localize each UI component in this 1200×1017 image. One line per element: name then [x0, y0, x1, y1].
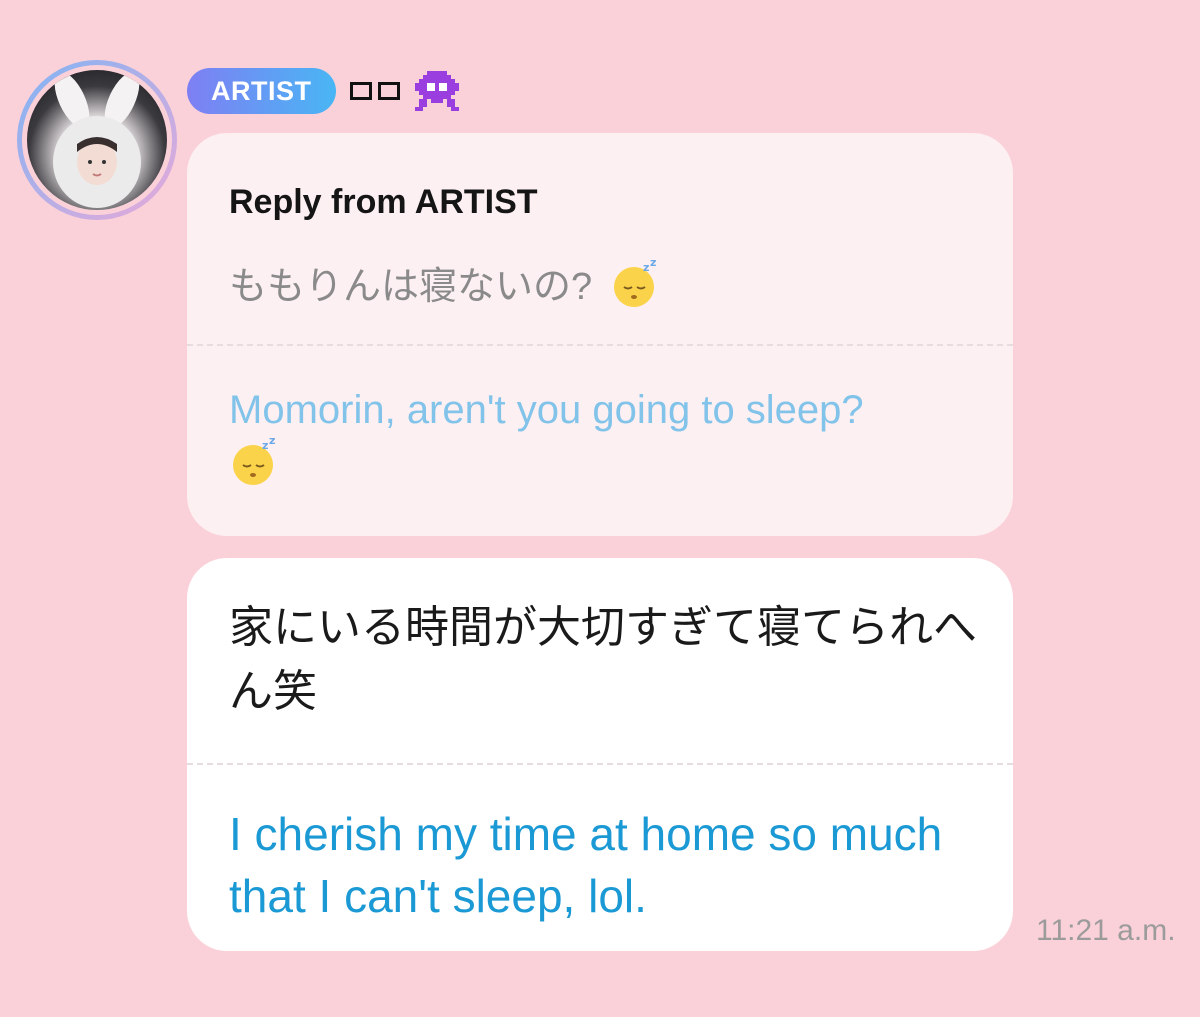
reply-title: Reply from ARTIST: [229, 183, 538, 221]
reply-original-text: ももりんは寝ないの? z z: [229, 255, 662, 310]
timestamp: 11:21 a.m.: [1036, 914, 1176, 947]
reply-translation: Momorin, aren't you going to sleep? z z: [229, 385, 969, 499]
reply-original-label: ももりんは寝ないの?: [229, 266, 593, 308]
alien-monster-icon: [414, 71, 460, 111]
divider: [187, 344, 1013, 346]
avatar[interactable]: [17, 60, 177, 220]
sleeping-face-icon: z z: [229, 435, 281, 487]
name-glyph: [349, 82, 372, 100]
message-original-text: 家にいる時間が大切すぎて寝てられへん笑: [229, 603, 977, 716]
avatar-illustration: [53, 72, 141, 208]
name-glyph: [377, 82, 400, 100]
artist-badge: ARTIST: [187, 68, 336, 114]
svg-text:z: z: [643, 261, 649, 274]
message-bubble[interactable]: 家にいる時間が大切すぎて寝てられへん笑 I cherish my time at…: [187, 558, 1013, 951]
message-header: ARTIST: [187, 67, 460, 115]
divider: [187, 763, 1013, 765]
svg-text:z: z: [650, 257, 656, 269]
sleeping-face-icon: z z: [610, 257, 662, 309]
avatar-photo: [22, 65, 172, 215]
svg-text:z: z: [269, 435, 275, 447]
reply-bubble[interactable]: Reply from ARTIST ももりんは寝ないの? z z Momorin…: [187, 133, 1013, 536]
message-translation: I cherish my time at home so much that I…: [229, 808, 943, 922]
svg-text:z: z: [262, 439, 268, 452]
sender-name[interactable]: [349, 82, 400, 100]
reply-translation-text: Momorin, aren't you going to sleep?: [229, 388, 864, 432]
